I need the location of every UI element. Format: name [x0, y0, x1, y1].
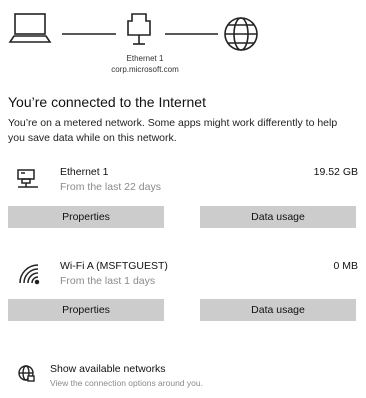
network-usage: 19.52 GB [313, 166, 358, 178]
network-period: From the last 22 days [60, 181, 161, 193]
data-usage-button-ethernet[interactable]: Data usage [200, 206, 356, 228]
show-networks-sublabel: View the connection options around you. [50, 378, 203, 388]
globe-network-icon [16, 364, 36, 389]
network-name: Wi-Fi A (MSFTGUEST) [60, 260, 168, 272]
connection-diagram-graphic [8, 13, 258, 51]
show-networks-label: Show available networks [50, 363, 166, 375]
connection-diagram: Ethernet 1 corp.microsoft.com [0, 0, 366, 85]
laptop-icon [8, 13, 52, 43]
properties-button-wifi[interactable]: Properties [8, 299, 164, 321]
network-domain: corp.microsoft.com [111, 65, 179, 74]
network-usage: 0 MB [333, 260, 358, 272]
network-period: From the last 1 days [60, 275, 156, 287]
properties-button-ethernet[interactable]: Properties [8, 206, 164, 228]
ethernet-port-icon [127, 13, 151, 45]
adapter-name: Ethernet 1 [126, 54, 164, 63]
status-title: You’re connected to the Internet [8, 94, 206, 110]
data-usage-button-wifi[interactable]: Data usage [200, 299, 356, 321]
globe-icon [224, 17, 258, 51]
ethernet-icon [16, 168, 42, 193]
network-name: Ethernet 1 [60, 166, 109, 178]
show-available-networks[interactable]: Show available networks View the connect… [0, 360, 366, 394]
wifi-icon [16, 261, 42, 290]
status-description: You’re on a metered network. Some apps m… [8, 117, 338, 144]
